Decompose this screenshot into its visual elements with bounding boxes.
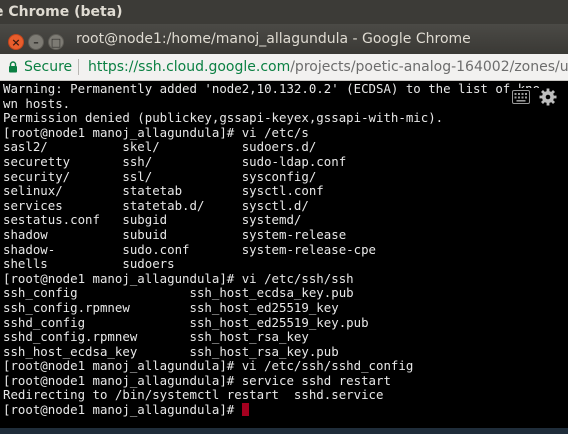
terminal-area[interactable]: Warning: Permanently added 'node2,10.132… bbox=[0, 81, 568, 434]
url-text[interactable]: https://ssh.cloud.google.com/projects/po… bbox=[88, 54, 568, 80]
underlying-window-strip bbox=[0, 428, 568, 434]
terminal-prompt: [root@node1 manoj_allagundula]# bbox=[3, 402, 242, 418]
terminal-line: shells sudoers bbox=[3, 256, 175, 272]
terminal-line: [root@node1 manoj_allagundula]# vi /etc/… bbox=[3, 270, 354, 286]
terminal-line: shadow- sudo.conf system-release-cpe bbox=[3, 241, 376, 257]
chrome-window: × – □ root@node1:/home/manoj_allagundula -… bbox=[0, 24, 568, 434]
terminal-line: ssh_host_ecdsa_key ssh_host_rsa_key.pub bbox=[3, 343, 339, 359]
terminal-line: securetty ssh/ sudo-ldap.conf bbox=[3, 153, 347, 169]
terminal-line: [root@node1 manoj_allagundula]# vi /etc/… bbox=[3, 358, 414, 374]
close-button[interactable]: × bbox=[8, 34, 24, 50]
terminal-prompt-line: [root@node1 manoj_allagundula]# bbox=[3, 402, 540, 418]
maximize-button[interactable]: □ bbox=[48, 34, 64, 50]
terminal-line: ssh_config ssh_host_ecdsa_key.pub bbox=[3, 285, 354, 301]
window-title: root@node1:/home/manoj_allagundula - Goo… bbox=[76, 31, 471, 47]
url-path: /projects/poetic-analog-164002/zones/us-… bbox=[290, 59, 568, 75]
terminal-cursor bbox=[241, 403, 249, 417]
terminal-output: Warning: Permanently added 'node2,10.132… bbox=[3, 81, 541, 418]
os-app-title: e Chrome (beta) bbox=[0, 4, 123, 20]
terminal-line: Permission denied (publickey,gssapi-keye… bbox=[3, 110, 444, 126]
terminal-line: [root@node1 manoj_allagundula]# service … bbox=[3, 372, 391, 388]
terminal-line: sasl2/ skel/ sudoers.d/ bbox=[3, 139, 317, 155]
keyboard-icon[interactable] bbox=[512, 90, 530, 104]
gear-icon[interactable] bbox=[539, 88, 557, 106]
lock-icon[interactable] bbox=[8, 61, 18, 73]
terminal-line: services statetab.d/ sysctl.d/ bbox=[3, 197, 309, 213]
window-titlebar[interactable]: × – □ root@node1:/home/manoj_allagundula -… bbox=[0, 24, 568, 54]
url-separator bbox=[78, 59, 79, 75]
terminal-line: Redirecting to /bin/systemctl restart ss… bbox=[3, 387, 384, 403]
terminal-line: security/ ssl/ sysconfig/ bbox=[3, 168, 317, 184]
terminal-line: shadow subuid system-release bbox=[3, 226, 347, 242]
terminal-line: sshd_config ssh_host_ed25519_key.pub bbox=[3, 314, 369, 330]
secure-label[interactable]: Secure bbox=[24, 54, 72, 80]
url-host: https://ssh.cloud.google.com bbox=[88, 59, 291, 75]
terminal-line: sestatus.conf subgid systemd/ bbox=[3, 212, 302, 228]
minimize-button[interactable]: – bbox=[28, 34, 44, 50]
terminal-line: ssh_config.rpmnew ssh_host_ed25519_key bbox=[3, 299, 339, 315]
window-controls: × – □ bbox=[8, 31, 68, 50]
terminal-toolbar bbox=[512, 88, 562, 110]
terminal-line: wn hosts. bbox=[3, 95, 71, 111]
terminal-line: selinux/ statetab sysctl.conf bbox=[3, 183, 324, 199]
terminal-line: Warning: Permanently added 'node2,10.132… bbox=[3, 81, 541, 96]
terminal-line: [root@node1 manoj_allagundula]# vi /etc/… bbox=[3, 124, 309, 140]
address-bar[interactable]: Secure https://ssh.cloud.google.com/proj… bbox=[0, 54, 568, 81]
os-top-bar: e Chrome (beta) bbox=[0, 0, 568, 24]
terminal-line: sshd_config.rpmnew ssh_host_rsa_key bbox=[3, 329, 309, 345]
